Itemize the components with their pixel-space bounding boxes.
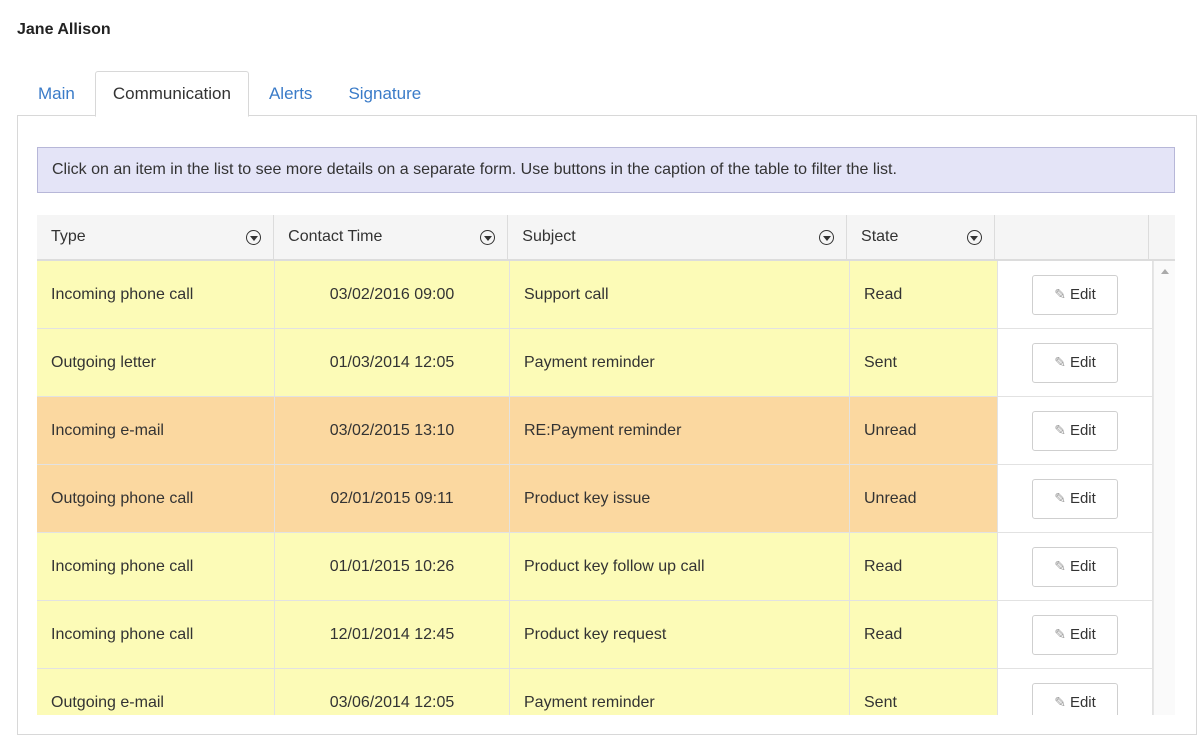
filter-icon[interactable]: [246, 229, 262, 245]
filter-icon[interactable]: [480, 229, 496, 245]
edit-label: Edit: [1069, 354, 1096, 371]
cell-type: Incoming e-mail: [37, 397, 275, 464]
edit-button[interactable]: ✎ Edit: [1032, 546, 1118, 587]
cell-actions: ✎ Edit: [998, 261, 1153, 328]
cell-actions: ✎ Edit: [998, 669, 1153, 715]
cell-subject: Support call: [510, 261, 850, 328]
cell-type: Outgoing phone call: [37, 465, 275, 532]
cell-actions: ✎ Edit: [998, 465, 1153, 532]
tab-main[interactable]: Main: [17, 70, 93, 116]
cell-type: Incoming phone call: [37, 533, 275, 600]
cell-contact-time: 01/01/2015 10:26: [275, 533, 510, 600]
edit-button[interactable]: ✎ Edit: [1032, 274, 1118, 315]
cell-subject: Product key follow up call: [510, 533, 850, 600]
column-header-type[interactable]: Type: [37, 215, 275, 259]
edit-label: Edit: [1069, 286, 1096, 303]
edit-label: Edit: [1069, 422, 1096, 439]
pencil-square-icon: ✎: [1054, 286, 1066, 302]
column-header-contact-time[interactable]: Contact Time: [274, 215, 509, 259]
communication-table: Type Contact Time Subject State Incoming…: [37, 215, 1175, 715]
column-header-label: Contact Time: [288, 228, 383, 245]
column-header-subject[interactable]: Subject: [508, 215, 848, 259]
cell-actions: ✎ Edit: [998, 397, 1153, 464]
column-header-actions: [995, 215, 1149, 259]
cell-subject: Product key request: [510, 601, 850, 668]
info-banner: Click on an item in the list to see more…: [37, 147, 1175, 193]
cell-contact-time: 01/03/2014 12:05: [275, 329, 510, 396]
pencil-square-icon: ✎: [1054, 694, 1066, 710]
cell-state: Unread: [850, 397, 998, 464]
edit-label: Edit: [1069, 490, 1096, 507]
edit-label: Edit: [1069, 558, 1096, 575]
table-row[interactable]: Incoming phone call 12/01/2014 12:45 Pro…: [37, 601, 1175, 669]
pencil-square-icon: ✎: [1054, 422, 1066, 438]
cell-state: Sent: [850, 669, 998, 715]
cell-contact-time: 03/02/2015 13:10: [275, 397, 510, 464]
pencil-square-icon: ✎: [1054, 558, 1066, 574]
scroll-up-arrow-icon[interactable]: [1161, 269, 1169, 274]
cell-subject: Payment reminder: [510, 329, 850, 396]
pencil-square-icon: ✎: [1054, 490, 1066, 506]
cell-contact-time: 12/01/2014 12:45: [275, 601, 510, 668]
pencil-square-icon: ✎: [1054, 626, 1066, 642]
vertical-scrollbar[interactable]: [1153, 261, 1175, 715]
cell-type: Incoming phone call: [37, 261, 275, 328]
column-header-label: Type: [51, 228, 86, 245]
cell-actions: ✎ Edit: [998, 329, 1153, 396]
tab-signature[interactable]: Signature: [330, 70, 439, 116]
edit-button[interactable]: ✎ Edit: [1032, 342, 1118, 383]
tab-alerts[interactable]: Alerts: [251, 70, 330, 116]
filter-icon[interactable]: [966, 229, 982, 245]
edit-button[interactable]: ✎ Edit: [1032, 614, 1118, 655]
edit-button[interactable]: ✎ Edit: [1032, 682, 1118, 715]
cell-type: Incoming phone call: [37, 601, 275, 668]
table-row[interactable]: Incoming e-mail 03/02/2015 13:10 RE:Paym…: [37, 397, 1175, 465]
table-row[interactable]: Outgoing phone call 02/01/2015 09:11 Pro…: [37, 465, 1175, 533]
column-header-label: State: [861, 228, 899, 245]
cell-subject: Product key issue: [510, 465, 850, 532]
cell-type: Outgoing letter: [37, 329, 275, 396]
cell-contact-time: 02/01/2015 09:11: [275, 465, 510, 532]
table-header: Type Contact Time Subject State: [37, 215, 1175, 261]
edit-button[interactable]: ✎ Edit: [1032, 478, 1118, 519]
cell-state: Read: [850, 261, 998, 328]
table-body: Incoming phone call 03/02/2016 09:00 Sup…: [37, 261, 1175, 715]
table-row[interactable]: Outgoing e-mail 03/06/2014 12:05 Payment…: [37, 669, 1175, 715]
filter-icon[interactable]: [819, 229, 835, 245]
cell-state: Read: [850, 601, 998, 668]
cell-state: Unread: [850, 465, 998, 532]
cell-state: Sent: [850, 329, 998, 396]
table-row[interactable]: Outgoing letter 01/03/2014 12:05 Payment…: [37, 329, 1175, 397]
tab-communication[interactable]: Communication: [94, 71, 249, 117]
table-row[interactable]: Incoming phone call 03/02/2016 09:00 Sup…: [37, 261, 1175, 329]
column-header-state[interactable]: State: [847, 215, 995, 259]
cell-type: Outgoing e-mail: [37, 669, 275, 715]
tab-bar: Main Communication Alerts Signature: [17, 70, 439, 117]
cell-state: Read: [850, 533, 998, 600]
cell-actions: ✎ Edit: [998, 533, 1153, 600]
edit-label: Edit: [1069, 694, 1096, 711]
cell-contact-time: 03/06/2014 12:05: [275, 669, 510, 715]
cell-contact-time: 03/02/2016 09:00: [275, 261, 510, 328]
column-header-scroll-spacer: [1149, 215, 1175, 259]
edit-button[interactable]: ✎ Edit: [1032, 410, 1118, 451]
cell-subject: Payment reminder: [510, 669, 850, 715]
cell-actions: ✎ Edit: [998, 601, 1153, 668]
pencil-square-icon: ✎: [1054, 354, 1066, 370]
table-row[interactable]: Incoming phone call 01/01/2015 10:26 Pro…: [37, 533, 1175, 601]
person-name: Jane Allison: [17, 21, 111, 38]
column-header-label: Subject: [522, 228, 576, 245]
edit-label: Edit: [1069, 626, 1096, 643]
cell-subject: RE:Payment reminder: [510, 397, 850, 464]
